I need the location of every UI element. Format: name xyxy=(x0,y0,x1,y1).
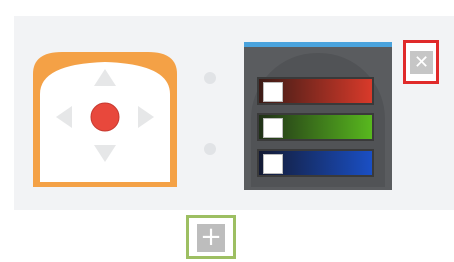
connector-dot[interactable] xyxy=(204,143,216,155)
green-channel-row[interactable] xyxy=(257,113,374,141)
delete-node-button[interactable]: ✕ xyxy=(403,40,439,84)
plus-icon: + xyxy=(197,224,225,252)
add-node-button[interactable]: + xyxy=(186,215,236,259)
connector-dot[interactable] xyxy=(204,72,216,84)
close-icon: ✕ xyxy=(410,51,433,74)
color-sensor-node[interactable] xyxy=(244,42,392,190)
red-channel-checkbox[interactable] xyxy=(263,82,283,102)
red-channel-row[interactable] xyxy=(257,77,374,105)
joystick-node[interactable] xyxy=(32,42,178,188)
blue-channel-row[interactable] xyxy=(257,149,374,177)
green-channel-checkbox[interactable] xyxy=(263,118,283,138)
dpad-icon xyxy=(33,52,177,187)
joystick-knob-icon xyxy=(90,102,120,132)
blue-channel-checkbox[interactable] xyxy=(263,154,283,174)
